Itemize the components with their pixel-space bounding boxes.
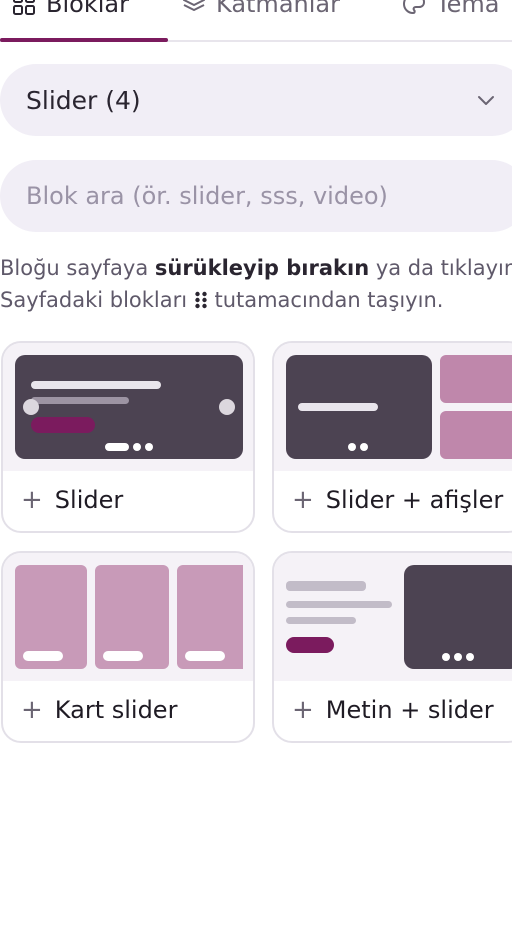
text-slider-preview [274,553,512,681]
help-text: Bloğu sayfaya sürükleyip bırakın ya da t… [0,252,512,316]
prev-arrow-icon [23,399,39,415]
slider-banners-preview [274,343,512,471]
help-line-2: Sayfadaki blokları tutamacından taşıyın. [0,288,444,312]
preview-text-line [286,617,356,624]
page-dot [133,443,141,451]
card-slider-preview [3,553,253,681]
preview-title-line [31,381,161,389]
plus-icon: + [292,695,314,725]
layers-icon [183,0,205,11]
help-line-1: Bloğu sayfaya sürükleyip bırakın ya da t… [0,256,512,280]
block-card-card-slider[interactable]: + Kart slider [1,551,255,743]
help-bold: sürükleyip bırakın [154,256,370,280]
plus-icon: + [21,695,43,725]
chevron-down-icon [478,96,494,105]
search-placeholder: Blok ara (ör. slider, sss, video) [26,182,388,210]
block-card-slider-banners[interactable]: + Slider + afişler [272,341,512,533]
page-dot [348,443,356,451]
active-tab-indicator [0,38,168,42]
tab-tema[interactable]: Tema [402,0,499,24]
tab-bar: Bloklar Katmanlar Tema [0,0,512,42]
preview-title-line [286,581,366,591]
plus-icon: + [292,485,314,515]
preview-slide [15,355,243,459]
slider-preview [3,343,253,471]
drag-handle-icon [195,291,207,309]
tab-bloklar[interactable]: Bloklar [12,0,129,24]
page-dot [454,653,462,661]
block-card-label: + Metin + slider [292,695,494,725]
category-select[interactable]: Slider (4) [0,64,512,136]
block-card-label: + Kart slider [21,695,178,725]
page-dot [466,653,474,661]
plus-icon: + [21,485,43,515]
preview-card-label [103,651,143,661]
tab-label: Tema [436,0,500,18]
category-select-value: Slider (4) [26,85,141,115]
palette-icon [402,0,426,15]
preview-card-label [23,651,63,661]
block-search-input[interactable]: Blok ara (ör. slider, sss, video) [0,160,512,232]
preview-banner [440,355,512,403]
preview-banner [440,411,512,459]
preview-text-line [286,601,392,608]
tab-label: Katmanlar [216,0,340,18]
preview-text-line [31,397,129,404]
active-page-dot [105,443,129,451]
block-card-label: + Slider + afişler [292,485,504,515]
next-arrow-icon [219,399,235,415]
page-dot [145,443,153,451]
block-card-slider[interactable]: + Slider [1,341,255,533]
tab-label: Bloklar [46,0,129,18]
preview-card-label [185,651,225,661]
block-card-label: + Slider [21,485,124,515]
grid-icon [13,0,35,15]
preview-title-line [298,403,378,411]
preview-button [286,637,334,653]
preview-button [31,417,95,433]
tab-katmanlar[interactable]: Katmanlar [182,0,340,24]
block-card-text-slider[interactable]: + Metin + slider [272,551,512,743]
page-dot [360,443,368,451]
page-dot [442,653,450,661]
